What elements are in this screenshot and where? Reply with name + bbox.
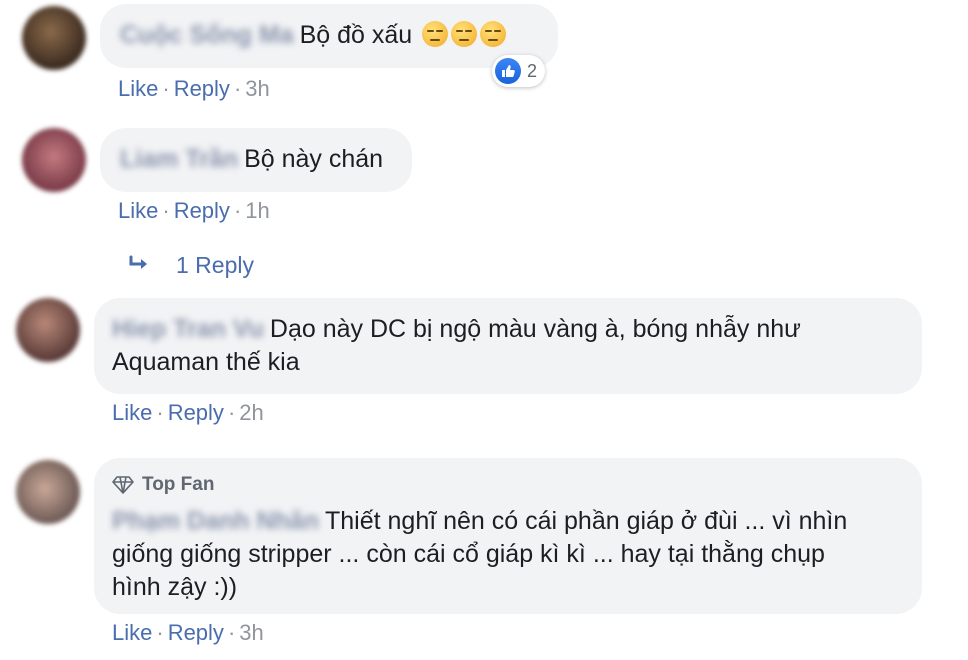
comment-author[interactable]: Phạm Danh Nhân [112,505,319,538]
comment-actions: Like · Reply · 2h [112,400,264,425]
view-replies-link[interactable]: 1 Reply [128,252,254,279]
comment-time[interactable]: 1h [245,198,269,223]
like-link[interactable]: Like [118,198,158,223]
like-link[interactable]: Like [112,400,152,425]
replies-count[interactable]: 1 Reply [176,252,254,278]
expressionless-emoji-icon [451,21,478,47]
comment-actions: Like · Reply · 3h [118,76,270,101]
badge-label: Top Fan [142,474,215,495]
comment-bubble: Cuộc Sống Ma Bộ đồ xấu [100,4,558,68]
comment-text: Bộ này chán [244,145,384,173]
reply-link[interactable]: Reply [174,76,230,101]
reply-link[interactable]: Reply [168,400,224,425]
like-link[interactable]: Like [112,620,152,645]
avatar[interactable] [16,460,80,524]
comment-actions: Like · Reply · 3h [112,620,264,645]
diamond-icon [112,475,134,494]
comment-text: Bộ đồ xấu [299,21,413,49]
comment-time[interactable]: 2h [239,400,263,425]
comment-time[interactable]: 3h [239,620,263,645]
comment-bubble: Hiep Tran Vu Dạo này DC bị ngộ màu vàng à… [94,298,922,394]
reaction-count: 2 [527,60,538,81]
top-fan-badge: Top Fan [112,468,904,501]
comment-actions: Like · Reply · 1h [118,198,270,223]
reply-link[interactable]: Reply [168,620,224,645]
comment-author[interactable]: Liam Trần [120,143,238,176]
expressionless-emoji-icon [480,21,507,47]
reply-link[interactable]: Reply [174,198,230,223]
avatar[interactable] [22,6,86,70]
comment-bubble: Liam Trần Bộ này chán [100,128,412,192]
avatar[interactable] [22,128,86,192]
comment-author[interactable]: Hiep Tran Vu [112,313,264,346]
avatar[interactable] [16,298,80,362]
comment-bubble: Top Fan Phạm Danh Nhân Thiết nghĩ nên có … [94,458,922,614]
like-reaction-icon [495,58,521,84]
like-link[interactable]: Like [118,76,158,101]
reply-arrow-icon [128,252,150,279]
expressionless-emoji-icon [422,21,449,47]
comment-time[interactable]: 3h [245,76,269,101]
comment-author[interactable]: Cuộc Sống Ma [120,19,294,52]
reaction-badge[interactable]: 2 [492,55,546,87]
